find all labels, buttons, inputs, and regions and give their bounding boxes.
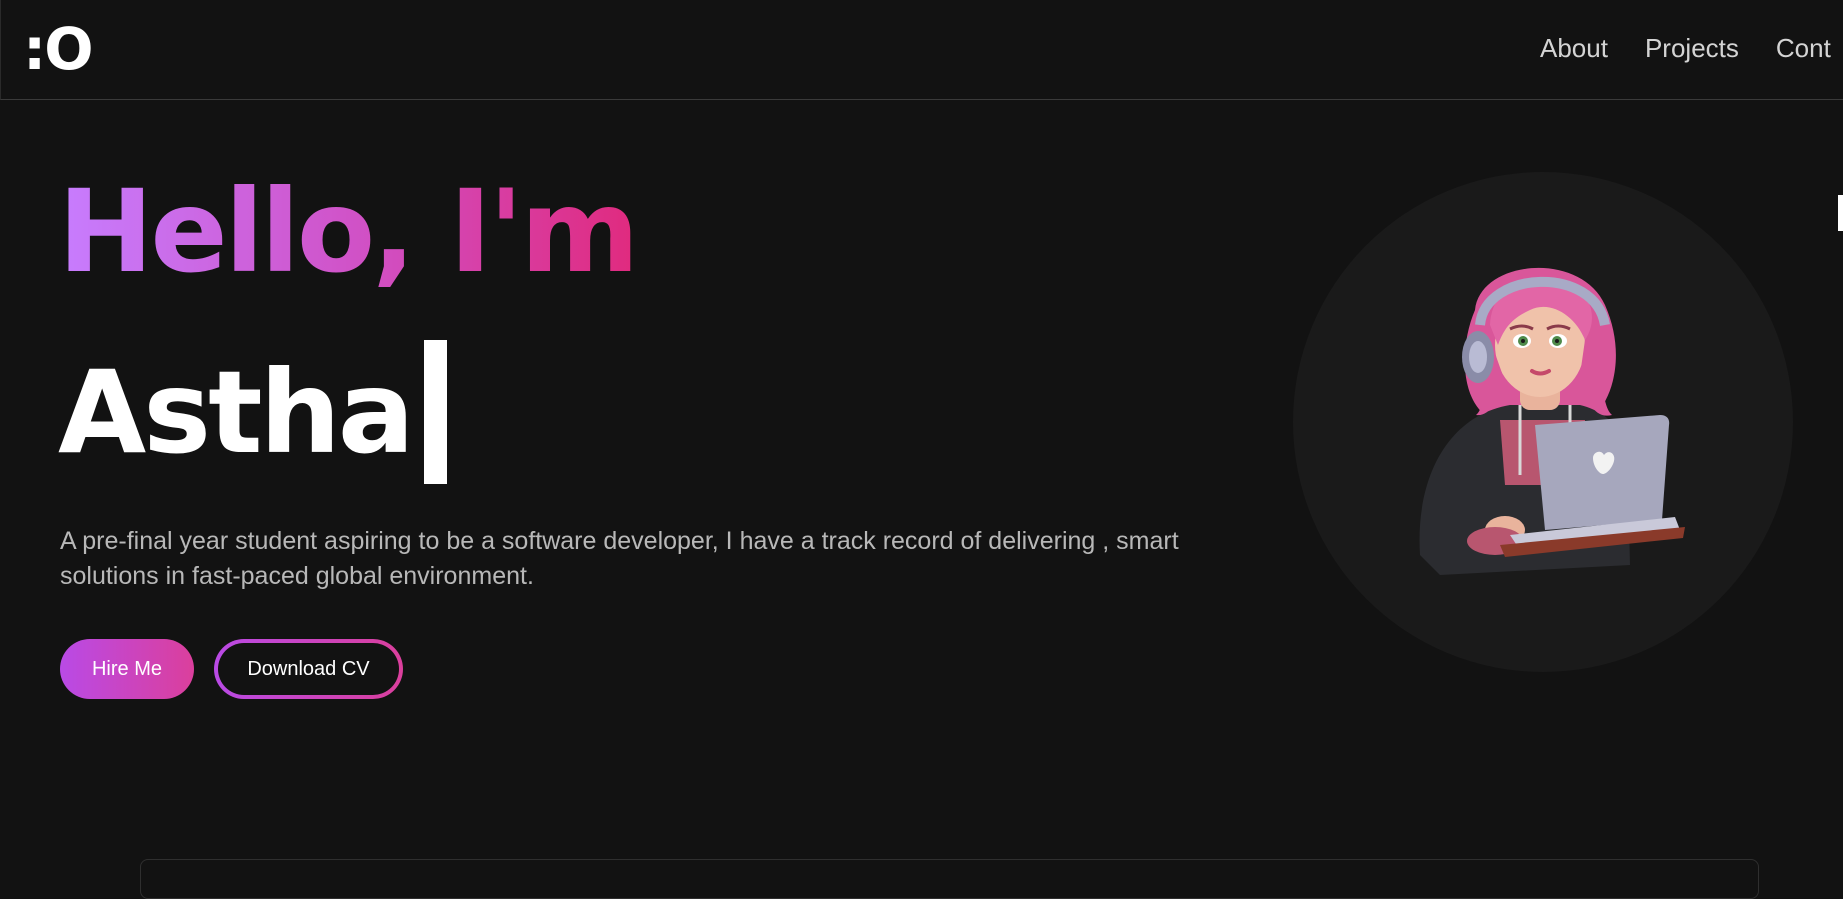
hero-name: Astha [58,346,415,479]
top-navbar: :O About Projects Cont [0,0,1843,100]
hire-me-button[interactable]: Hire Me [60,639,194,699]
hero-description: A pre-final year student aspiring to be … [60,527,1179,590]
nav-link-projects[interactable]: Projects [1645,30,1739,66]
nav-links: About Projects Cont [1540,30,1843,66]
typing-cursor [424,340,447,484]
nav-link-about[interactable]: About [1540,30,1608,66]
site-logo[interactable]: :O [23,14,93,84]
side-indicator [1838,195,1843,231]
nav-link-contact[interactable]: Cont [1776,30,1831,66]
download-cv-label: Download CV [218,643,399,695]
next-section-card [140,859,1759,899]
avatar [1419,267,1685,575]
download-cv-button[interactable]: Download CV [214,639,403,699]
hero-greeting: Hello, I'm [58,162,639,302]
